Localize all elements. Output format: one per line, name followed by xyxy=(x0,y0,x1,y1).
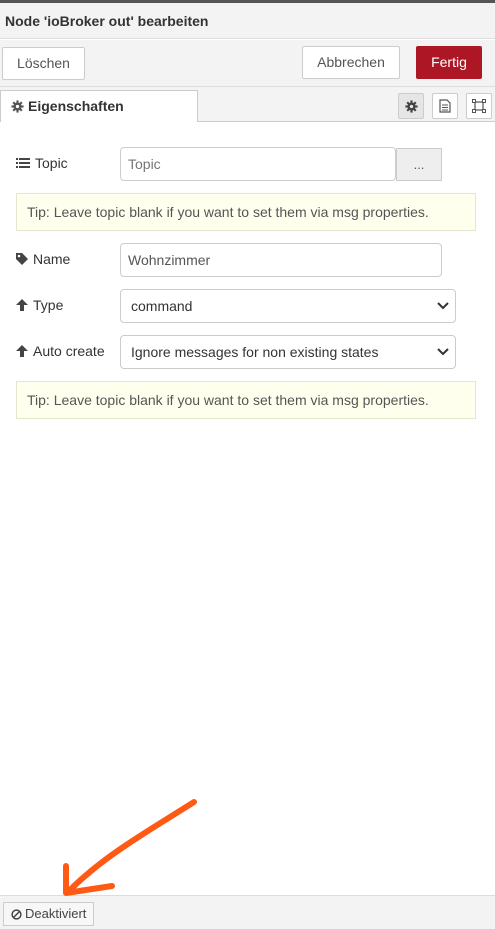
frame-icon xyxy=(472,99,486,113)
delete-button[interactable]: Löschen xyxy=(2,47,85,80)
topic-label-text: Topic xyxy=(35,155,68,171)
description-tab-button[interactable] xyxy=(432,93,458,119)
cancel-button[interactable]: Abbrechen xyxy=(302,46,400,79)
tip-box: Tip: Leave topic blank if you want to se… xyxy=(16,381,476,419)
name-label: Name xyxy=(16,250,70,268)
name-label-text: Name xyxy=(33,251,71,267)
node-enabled-toggle[interactable]: Deaktiviert xyxy=(3,902,95,926)
node-enabled-label: Deaktiviert xyxy=(25,906,87,921)
dialog-title: Node 'ioBroker out' bearbeiten xyxy=(0,3,495,39)
tip-box: Tip: Leave topic blank if you want to se… xyxy=(16,193,476,231)
autocreate-select-value: Ignore messages for non existing states xyxy=(131,344,379,360)
dialog-toolbar: Löschen Abbrechen Fertig xyxy=(0,40,495,87)
type-select-value: command xyxy=(131,298,193,314)
dialog-footer: Deaktiviert xyxy=(0,895,495,929)
tab-properties[interactable]: Eigenschaften xyxy=(0,90,198,122)
tag-icon xyxy=(16,253,28,265)
ban-icon xyxy=(11,908,22,920)
arrow-up-icon xyxy=(16,299,28,311)
topic-browse-button[interactable]: ... xyxy=(396,148,442,181)
document-icon xyxy=(439,99,451,113)
chevron-down-icon xyxy=(437,302,449,310)
type-select[interactable]: command xyxy=(120,289,456,323)
tab-properties-label: Eigenschaften xyxy=(28,98,124,114)
cog-icon xyxy=(404,99,418,113)
list-icon xyxy=(16,158,30,168)
autocreate-label-text: Auto create xyxy=(33,343,105,359)
type-label-text: Type xyxy=(33,297,64,313)
annotation-arrow xyxy=(63,799,197,896)
arrow-up-icon xyxy=(16,345,28,357)
tab-divider xyxy=(198,121,495,122)
type-label: Type xyxy=(16,296,63,314)
settings-tab-button[interactable] xyxy=(398,93,424,119)
done-button[interactable]: Fertig xyxy=(416,46,482,79)
topic-label: Topic xyxy=(16,154,68,172)
autocreate-label: Auto create xyxy=(16,342,105,360)
topic-input[interactable] xyxy=(120,147,396,181)
appearance-tab-button[interactable] xyxy=(466,93,492,119)
cog-icon xyxy=(11,100,24,113)
autocreate-select[interactable]: Ignore messages for non existing states xyxy=(120,335,456,369)
name-input[interactable]: Wohnzimmer xyxy=(120,243,442,277)
chevron-down-icon xyxy=(437,348,449,356)
